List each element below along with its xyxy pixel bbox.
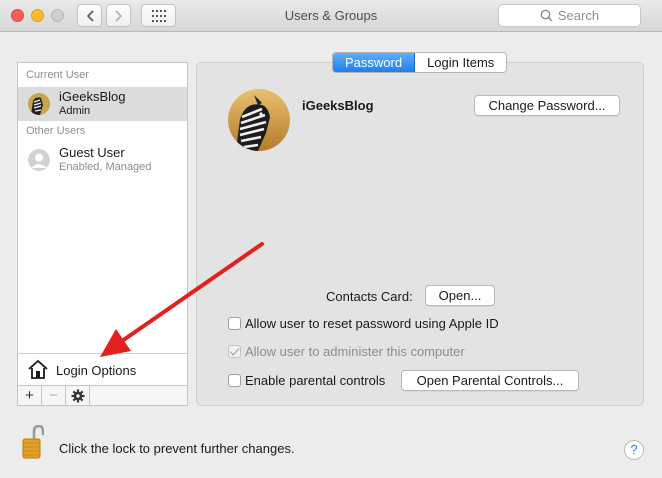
lock-icon[interactable] [22, 425, 44, 461]
search-placeholder: Search [557, 8, 600, 23]
open-contacts-button[interactable]: Open... [425, 285, 495, 306]
administer-checkbox[interactable] [228, 345, 241, 358]
user-name: Guest User [59, 145, 125, 160]
gear-icon [71, 389, 84, 402]
user-name: iGeeksBlog [59, 89, 126, 104]
search-icon [540, 9, 553, 22]
open-parental-controls-button[interactable]: Open Parental Controls... [401, 370, 579, 391]
title-bar: Users & Groups Search [0, 0, 662, 32]
tab-bar: Password Login Items [332, 52, 508, 73]
house-icon [28, 359, 48, 379]
guest-avatar-icon [28, 149, 50, 171]
reset-password-label: Allow user to reset password using Apple… [245, 316, 499, 331]
users-sidebar: Current User iGeeksBlog Admin Other User… [17, 62, 188, 406]
sidebar-bottom-bar: + − [18, 385, 187, 405]
user-row-igeeksblog[interactable]: iGeeksBlog Admin [18, 87, 187, 121]
parental-controls-label: Enable parental controls [245, 373, 386, 388]
login-options-item[interactable]: Login Options [18, 353, 187, 385]
tab-password[interactable]: Password [333, 53, 416, 72]
user-role: Enabled, Managed [59, 161, 152, 173]
add-user-button[interactable]: + [18, 386, 42, 405]
search-field[interactable]: Search [498, 4, 641, 27]
remove-user-button[interactable]: − [42, 386, 66, 405]
user-picture[interactable] [228, 89, 290, 151]
login-options-label: Login Options [56, 363, 137, 378]
change-password-button[interactable]: Change Password... [474, 95, 620, 116]
parental-controls-checkbox[interactable] [228, 374, 241, 387]
user-role: Admin [59, 105, 91, 117]
action-menu-button[interactable] [66, 386, 90, 405]
user-full-name: iGeeksBlog [302, 98, 374, 113]
help-button[interactable]: ? [624, 440, 644, 460]
administer-label: Allow user to administer this computer [245, 344, 465, 359]
reset-password-checkbox[interactable] [228, 317, 241, 330]
contacts-card-label: Contacts Card: [326, 289, 413, 304]
other-users-header: Other Users [26, 125, 86, 137]
user-row-guest[interactable]: Guest User Enabled, Managed [18, 143, 187, 177]
current-user-header: Current User [26, 69, 89, 81]
zebra-avatar [28, 93, 50, 115]
lock-message: Click the lock to prevent further change… [59, 441, 295, 456]
tab-login-items[interactable]: Login Items [415, 53, 507, 72]
